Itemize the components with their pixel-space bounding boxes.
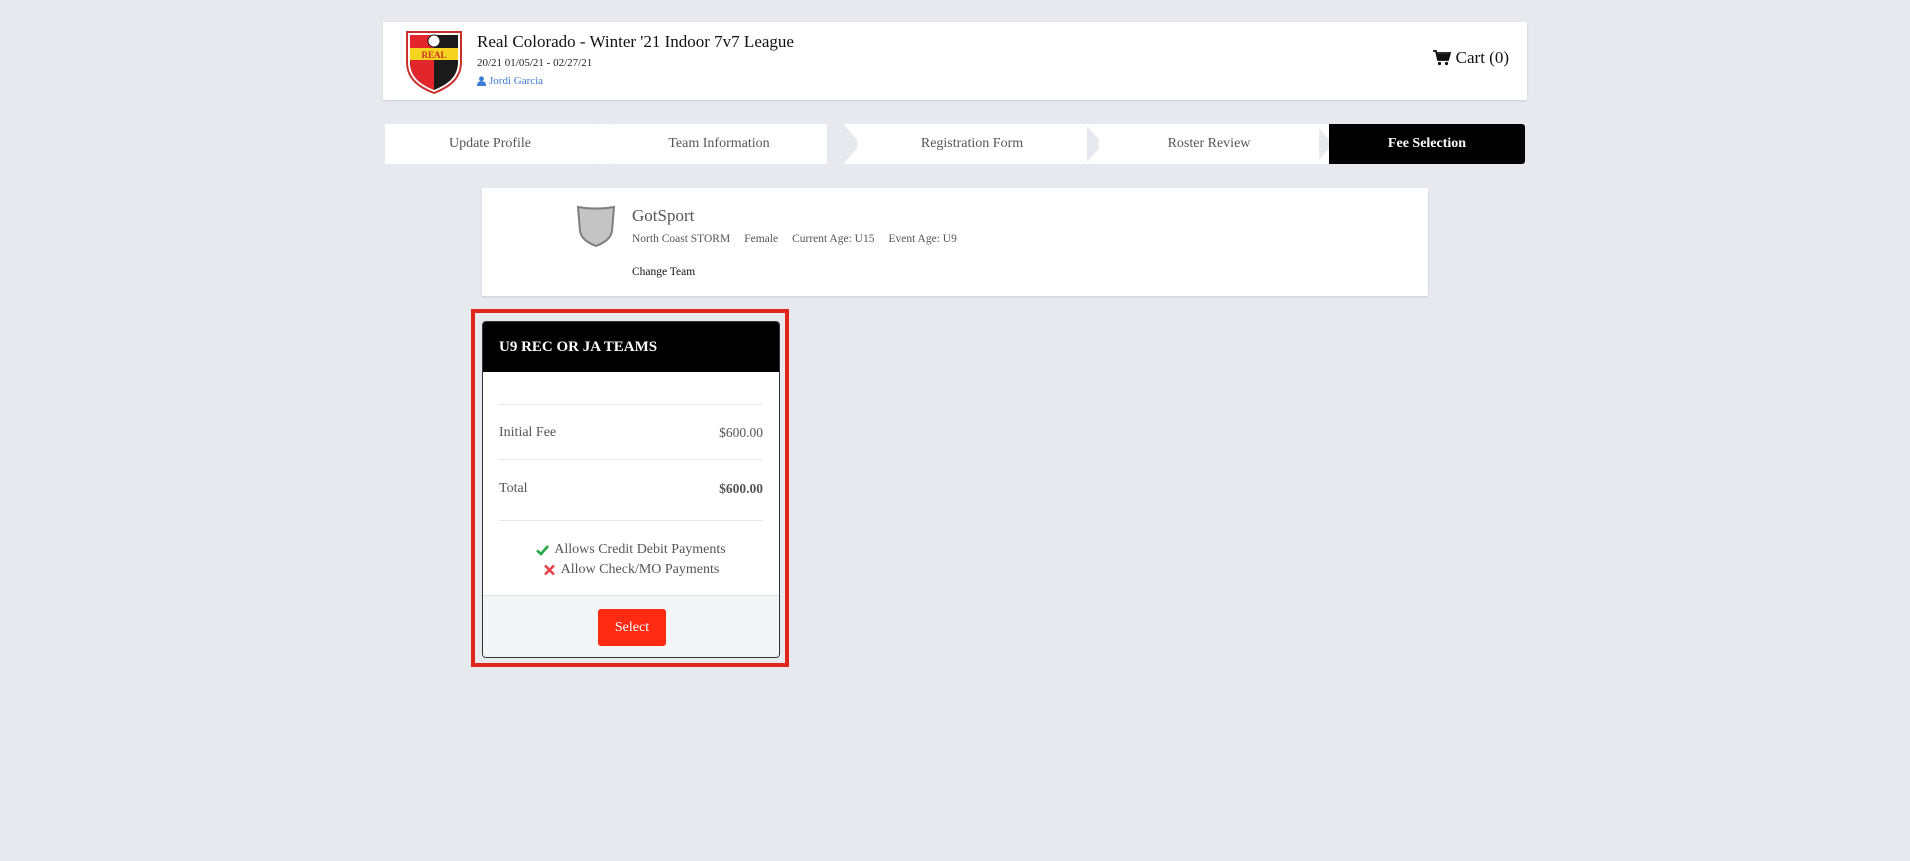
fee-label: Initial Fee	[499, 425, 557, 440]
fee-row-total: Total $600.00	[499, 481, 763, 497]
cart-label: Cart (0)	[1455, 48, 1509, 67]
event-title: Real Colorado - Winter '21 Indoor 7v7 Le…	[477, 32, 794, 51]
fee-label: Total	[499, 481, 528, 496]
change-team-link[interactable]: Change Team	[632, 266, 695, 278]
club-logo: REAL	[406, 31, 462, 94]
step-update-profile[interactable]: Update Profile	[385, 124, 595, 164]
step-registration-form[interactable]: Registration Form	[857, 124, 1087, 164]
cart-button[interactable]: Cart (0)	[1432, 48, 1509, 68]
step-label: Team Information	[668, 136, 770, 151]
cart-icon	[1432, 50, 1451, 66]
payment-option-credit: Allows Credit Debit Payments	[483, 542, 779, 558]
step-label: Fee Selection	[1387, 136, 1467, 151]
step-fee-selection[interactable]: Fee Selection	[1329, 124, 1525, 164]
select-button[interactable]: Select	[598, 609, 666, 646]
team-club: North Coast STORM	[632, 233, 731, 245]
team-current-age: Current Age: U15	[792, 233, 875, 245]
divider	[499, 404, 763, 405]
team-event-age: Event Age: U9	[888, 233, 957, 245]
user-name: Jordi Garcia	[489, 75, 544, 87]
step-label: Update Profile	[448, 136, 532, 151]
step-roster-review[interactable]: Roster Review	[1099, 124, 1319, 164]
x-icon	[543, 564, 555, 576]
divider	[499, 459, 763, 460]
fee-card-footer: Select	[483, 595, 779, 657]
team-meta: North Coast STORM Female Current Age: U1…	[632, 233, 957, 245]
team-name: GotSport	[632, 206, 695, 225]
user-icon	[477, 76, 486, 86]
step-label: Registration Form	[920, 136, 1024, 151]
fee-card-title: U9 REC OR JA TEAMS	[483, 322, 779, 372]
divider	[499, 520, 763, 521]
payment-label: Allow Check/MO Payments	[560, 562, 720, 577]
check-icon	[536, 545, 550, 556]
step-label: Roster Review	[1167, 136, 1251, 151]
logo-text: REAL	[421, 50, 446, 60]
fee-amount: $600.00	[719, 481, 763, 496]
fee-row-initial: Initial Fee $600.00	[499, 425, 763, 441]
step-team-information[interactable]: Team Information	[611, 124, 827, 164]
team-card: GotSport North Coast STORM Female Curren…	[482, 188, 1428, 296]
team-gender: Female	[744, 233, 779, 245]
fee-option-card: U9 REC OR JA TEAMS Initial Fee $600.00 T…	[482, 321, 780, 658]
event-header: REAL Real Colorado - Winter '21 Indoor 7…	[383, 22, 1527, 100]
team-shield-icon	[576, 205, 616, 247]
payment-option-check: Allow Check/MO Payments	[483, 562, 779, 578]
event-dates: 20/21 01/05/21 - 02/27/21	[477, 57, 593, 69]
registration-stepper: Update Profile Team Information Registra…	[385, 124, 1525, 164]
user-link[interactable]: Jordi Garcia	[477, 75, 543, 87]
fee-amount: $600.00	[719, 425, 763, 440]
payment-label: Allows Credit Debit Payments	[554, 542, 726, 557]
